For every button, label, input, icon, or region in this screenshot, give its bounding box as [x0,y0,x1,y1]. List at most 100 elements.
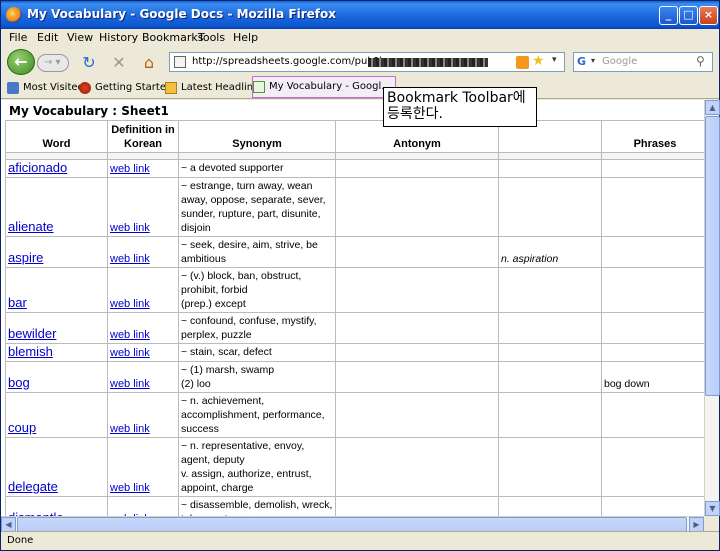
forward-button[interactable]: → ▾ [37,54,69,72]
word-link[interactable]: delegate [8,479,58,494]
word-link[interactable]: bar [8,295,27,310]
scrollbar-corner [704,516,719,531]
url-bar[interactable]: http://spreadsheets.google.com/pub?key= … [169,52,565,72]
bookmark-latest-headlines[interactable]: Latest Headlines [165,80,265,96]
extra-cell [498,159,602,178]
horizontal-scrollbar[interactable]: ◀ ▶ [1,516,704,532]
web-link[interactable]: web link [110,329,150,341]
web-link[interactable]: web link [110,253,150,265]
word-link[interactable]: bewilder [8,326,56,341]
table-row: alienate web link ~ estrange, turn away, w… [5,177,704,237]
synonym-cell: ~ (1) marsh, swamp (2) loo [178,361,336,393]
header-phrases: Phrases [601,120,704,153]
synonym-cell: ~ a devoted supporter [178,159,336,178]
phrases-cell [601,392,704,438]
word-link[interactable]: alienate [8,219,54,234]
rss-feed-icon[interactable] [516,56,529,69]
web-link[interactable]: web link [110,482,150,494]
table-row: bog web link ~ (1) marsh, swamp (2) loo bog… [5,361,704,393]
sheet-title: My Vocabulary : Sheet1 [9,104,169,118]
menu-history[interactable]: History [99,31,138,44]
bookmark-label: My Vocabulary - Googl... [269,81,391,92]
word-cell: blemish [5,343,108,362]
web-link[interactable]: web link [110,222,150,234]
web-link[interactable]: web link [110,347,150,359]
word-cell: alienate [5,177,108,237]
menu-view[interactable]: View [67,31,93,44]
synonym-cell: ~ seek, desire, aim, strive, be ambitiou… [178,236,336,268]
word-link[interactable]: blemish [8,344,53,359]
bookmark-star-icon[interactable]: ★ [532,53,545,69]
header-synonym: Synonym [178,120,336,153]
minimize-button[interactable]: _ [659,6,678,25]
header-word: Word [5,120,108,153]
definition-cell: web link [107,312,179,344]
close-button[interactable]: × [699,6,718,25]
table-spacer-row [5,152,704,160]
bookmark-label: Most Visited [23,82,84,93]
menu-bookmarks[interactable]: Bookmarks [142,31,203,44]
annotation-callout: Bookmark Toolbar에 등록한다. [383,87,537,127]
header-definition: Definition in Korean [107,120,179,153]
web-link[interactable]: web link [110,423,150,435]
antonym-cell [335,312,499,344]
antonym-cell [335,343,499,362]
phrases-cell [601,496,704,516]
extra-cell [498,343,602,362]
definition-cell: web link [107,177,179,237]
title-bar[interactable]: My Vocabulary - Google Docs - Mozilla Fi… [1,1,719,29]
vertical-scrollbar[interactable]: ▲ ▼ [704,100,720,516]
word-link[interactable]: coup [8,420,36,435]
url-dropdown-icon[interactable]: ▾ [552,55,557,65]
menu-help[interactable]: Help [233,31,258,44]
table-row: blemish web link ~ stain, scar, defect [5,343,704,362]
extra-cell [498,496,602,516]
search-engine-dropdown-icon[interactable]: ▾ [591,56,595,65]
word-cell: bog [5,361,108,393]
web-link[interactable]: web link [110,163,150,175]
stop-icon[interactable]: ✕ [109,53,129,73]
menu-file[interactable]: File [9,31,27,44]
phrases-cell [601,343,704,362]
bookmark-getting-started[interactable]: Getting Started [79,80,172,96]
maximize-button[interactable]: □ [679,6,698,25]
extra-cell [498,267,602,313]
scroll-down-icon[interactable]: ▼ [705,501,720,516]
word-link[interactable]: aficionado [8,160,67,175]
table-row: bewilder web link ~ confound, confuse, mys… [5,312,704,344]
definition-cell: web link [107,361,179,393]
bookmark-my-vocabulary[interactable]: My Vocabulary - Googl... [252,76,396,98]
reload-icon[interactable]: ↻ [79,53,99,73]
word-cell: bewilder [5,312,108,344]
menu-edit[interactable]: Edit [37,31,58,44]
definition-cell: web link [107,496,179,516]
google-engine-icon[interactable]: G [577,55,591,69]
web-link[interactable]: web link [110,298,150,310]
search-icon[interactable]: ⚲ [696,54,705,68]
browser-window: My Vocabulary - Google Docs - Mozilla Fi… [0,0,720,551]
menu-tools[interactable]: Tools [198,31,225,44]
page-content: My Vocabulary : Sheet1 Word Definition i… [1,100,704,516]
synonym-cell: ~ disassemble, demolish, wreck, take apa… [178,496,336,516]
back-button[interactable]: ← [7,49,35,75]
menu-bar: File Edit View History Bookmarks Tools H… [1,29,719,47]
antonym-cell [335,177,499,237]
vertical-scroll-thumb[interactable] [705,116,720,396]
extra-text: n. aspiration [501,253,559,265]
bookmark-most-visited[interactable]: Most Visited [7,80,84,96]
web-link[interactable]: web link [110,378,150,390]
extra-cell [498,361,602,393]
page-favicon-icon [174,56,186,68]
search-placeholder: Google [602,56,638,67]
word-link[interactable]: aspire [8,250,43,265]
scroll-right-icon[interactable]: ▶ [689,517,704,532]
spreadsheet-icon [253,81,265,93]
scroll-up-icon[interactable]: ▲ [705,100,720,115]
search-box[interactable]: G ▾ Google ⚲ [573,52,713,72]
horizontal-scroll-thumb[interactable] [17,517,687,532]
word-link[interactable]: bog [8,375,30,390]
word-cell: coup [5,392,108,438]
bookmarks-toolbar: Most Visited Getting Started Latest Head… [1,76,719,99]
home-icon[interactable]: ⌂ [139,53,159,73]
scroll-left-icon[interactable]: ◀ [1,517,16,532]
